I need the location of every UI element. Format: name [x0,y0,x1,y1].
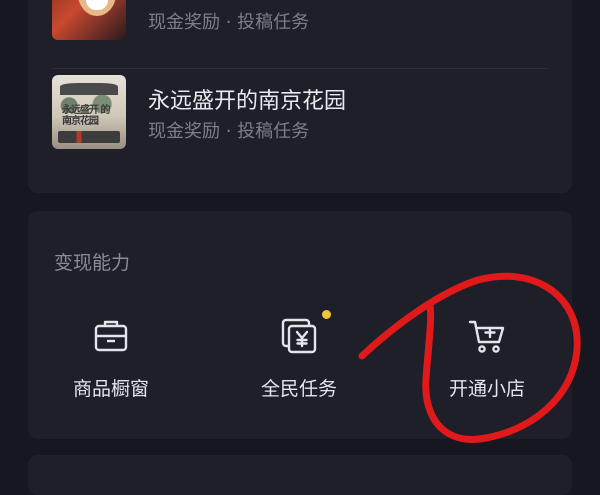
task-subtitle: 现金奖励 · 投稿任务 [148,12,310,33]
thumbnail-calligraphy: 永远盛开 的南京花园 [62,105,110,127]
next-card [28,455,572,495]
cart-plus-icon [468,320,505,353]
train-shape [58,131,120,143]
task-list-card: 现金奖励 · 投稿任务 永远盛开 的南京花园 永远盛开的南京花园 现金奖励 · … [28,0,572,193]
task-subtitle: 现金奖励 · 投稿任务 [148,121,310,142]
all-tasks-button[interactable]: 全民任务 [224,310,374,416]
feature-label: 商品橱窗 [72,378,149,400]
task-thumbnail: 永远盛开 的南京花园 [52,75,126,149]
product-showcase-button[interactable]: 商品橱窗 [36,316,186,416]
section-title: 变现能力 [54,252,131,274]
open-shop-button[interactable]: 开通小店 [412,316,562,416]
task-item[interactable]: 现金奖励 · 投稿任务 [52,0,548,40]
feature-label: 开通小店 [448,378,525,400]
task-yuan-icon [281,318,317,354]
monetize-card: 变现能力 商品橱窗 全民任务 开通小店 [28,211,572,439]
task-title: 永远盛开的南京花园 [148,89,347,114]
divider [52,68,548,69]
task-thumbnail [52,0,126,40]
task-item[interactable]: 永远盛开 的南京花园 永远盛开的南京花园 现金奖励 · 投稿任务 [52,75,548,149]
roof-shape [60,83,118,95]
notification-dot [322,310,331,319]
showcase-icon [94,320,128,352]
feature-label: 全民任务 [260,378,337,400]
